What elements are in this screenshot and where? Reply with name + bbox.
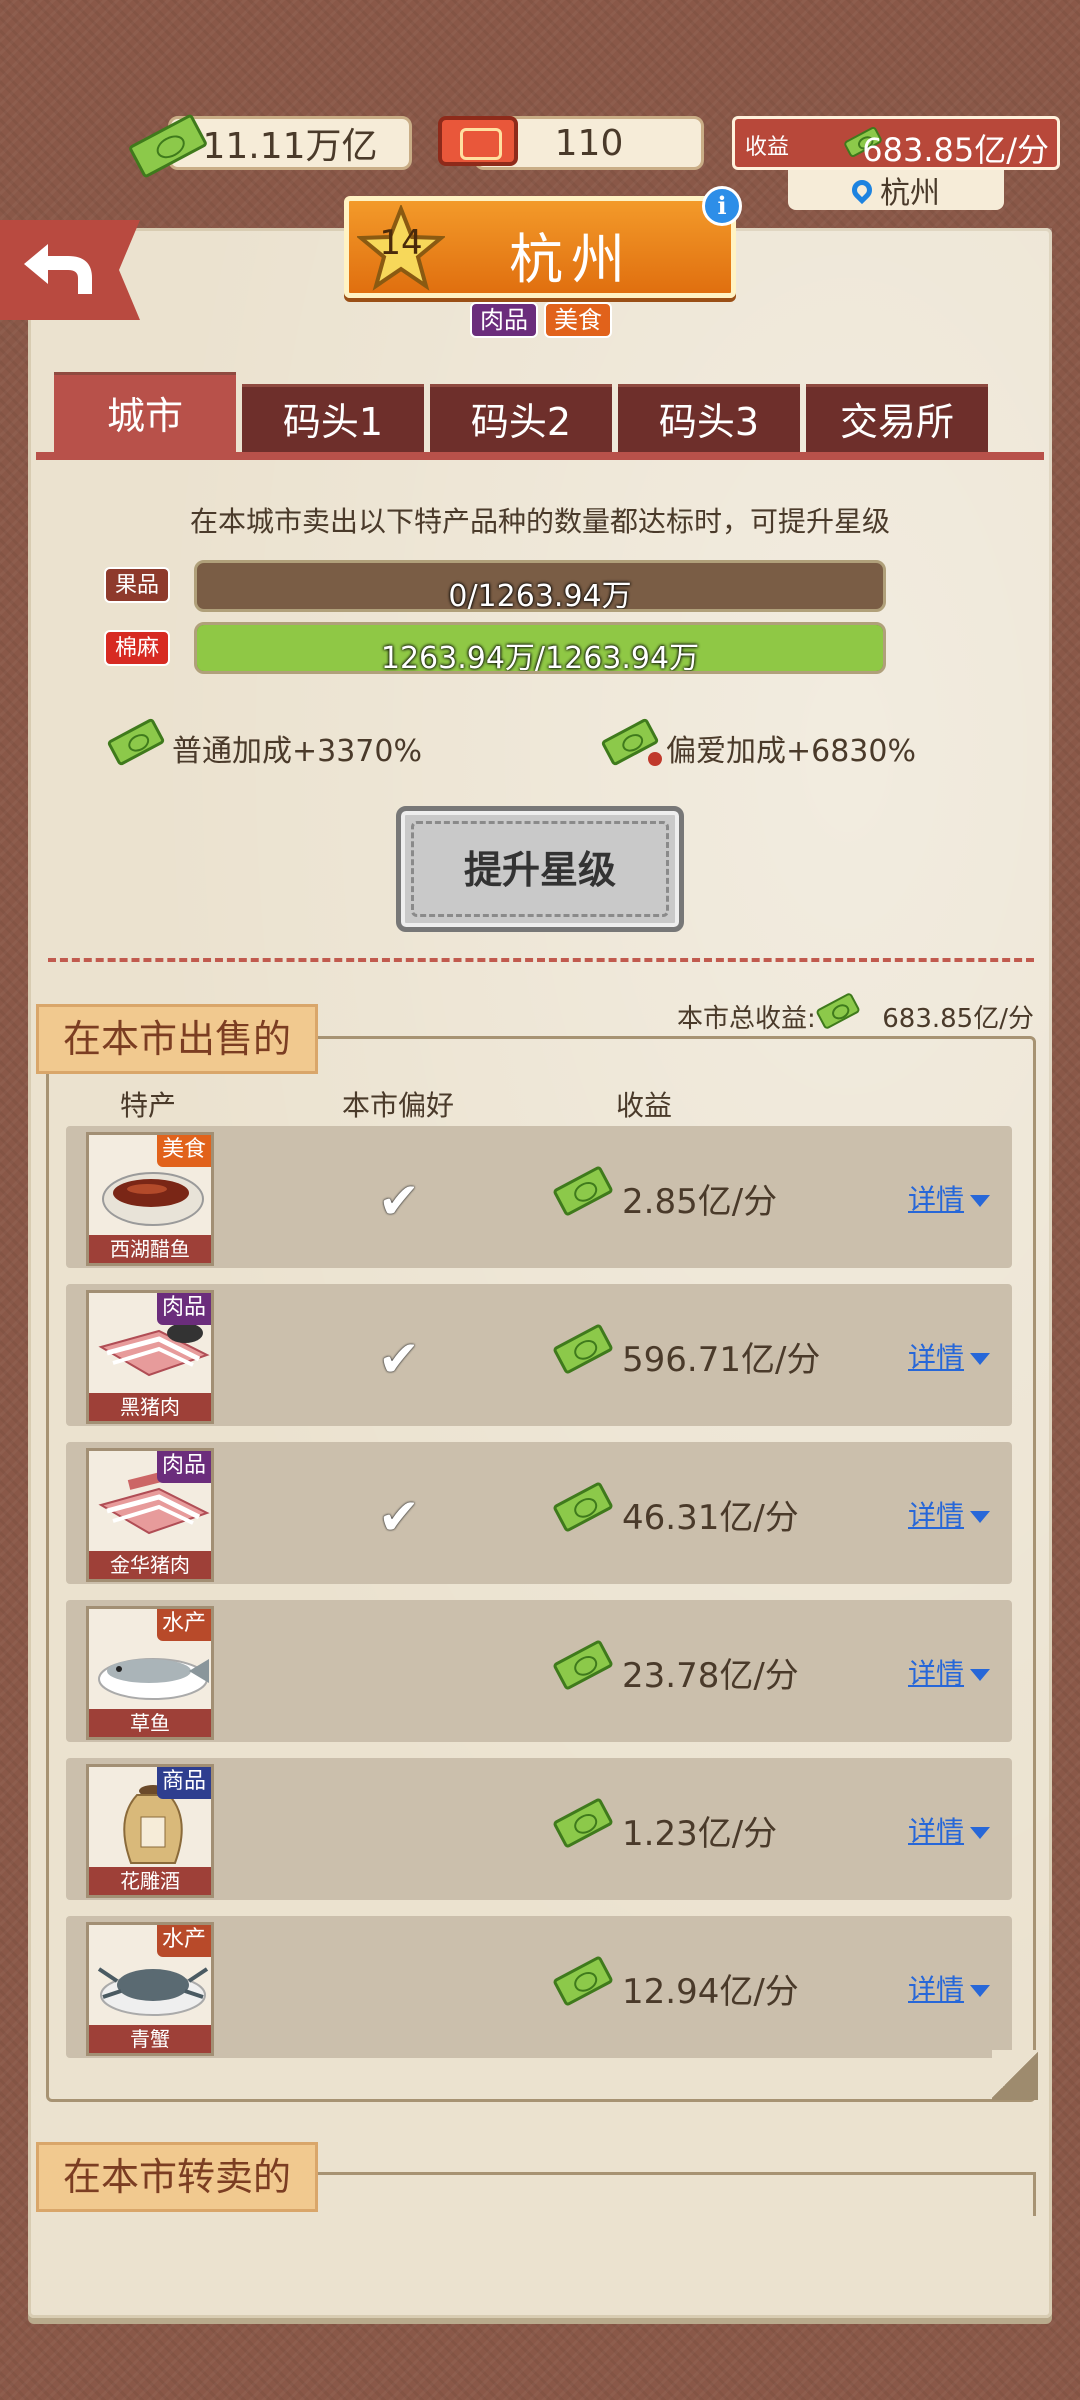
product-name: 花雕酒 [89, 1867, 211, 1895]
resell-section-header: 在本市转卖的 [36, 2142, 319, 2212]
resell-frame-right [1033, 2172, 1036, 2216]
favorite-cash-icon [598, 714, 666, 776]
tab-dock-1[interactable]: 码头1 [242, 384, 424, 454]
city-name: 杭州 [509, 228, 633, 291]
detail-link[interactable]: 详情 [908, 1336, 990, 1376]
detail-link[interactable]: 详情 [908, 1652, 990, 1692]
cash-icon [550, 1634, 620, 1698]
tab-dock-3[interactable]: 码头3 [618, 384, 800, 454]
progress-text: 0/1263.94万 [448, 579, 632, 612]
ticket-value: 110 [554, 122, 624, 164]
detail-link[interactable]: 详情 [908, 1968, 990, 2008]
tab-dock-2[interactable]: 码头2 [430, 384, 612, 454]
section-divider [48, 958, 1034, 962]
ticket-icon [438, 116, 518, 166]
product-income: 12.94亿/分 [622, 1972, 799, 2012]
cash-icon [550, 1318, 620, 1382]
sell-section-header: 在本市出售的 [36, 1004, 319, 1074]
product-thumbnail: 水产 草鱼 [86, 1606, 214, 1740]
category-badge: 水产 [156, 1925, 211, 1957]
city-tag: 肉品 [470, 302, 538, 338]
city-tag: 美食 [544, 302, 612, 338]
category-badge: 肉品 [156, 1293, 211, 1325]
upgrade-star-button[interactable]: 提升星级 [396, 806, 684, 932]
product-income: 1.23亿/分 [622, 1814, 778, 1854]
category-badge: 商品 [156, 1767, 211, 1799]
cash-value: 11.11万亿 [202, 126, 378, 167]
product-name: 草鱼 [89, 1709, 211, 1737]
product-thumbnail: 肉品 黑猪肉 [86, 1290, 214, 1424]
cash-icon [550, 1950, 620, 2014]
product-thumbnail: 水产 青蟹 [86, 1922, 214, 2056]
category-badge: 水产 [156, 1609, 211, 1641]
info-icon[interactable]: i [702, 186, 742, 226]
product-row[interactable]: 水产 草鱼 23.78亿/分 详情 [66, 1600, 1012, 1742]
product-name: 黑猪肉 [89, 1393, 211, 1421]
upgrade-requirement-text: 在本城市卖出以下特产品种的数量都达标时，可提升星级 [189, 505, 890, 538]
requirement-progress-bar: 0/1263.94万 [194, 560, 886, 612]
detail-link[interactable]: 详情 [908, 1810, 990, 1850]
tab-exchange[interactable]: 交易所 [806, 384, 988, 454]
city-title-banner: 14 杭州 [344, 196, 736, 298]
income-value: 683.85亿/分 [862, 131, 1049, 169]
star-level-number: 14 [379, 223, 423, 263]
requirement-label: 果品 [104, 567, 170, 603]
product-row[interactable]: 商品 花雕酒 1.23亿/分 详情 [66, 1758, 1012, 1900]
normal-bonus: 普通加成+3370% [172, 734, 422, 769]
requirement-progress-bar: 1263.94万/1263.94万 [194, 622, 886, 674]
location-display: 杭州 [788, 170, 1004, 211]
product-thumbnail: 美食 西湖醋鱼 [86, 1132, 214, 1266]
product-thumbnail: 商品 花雕酒 [86, 1764, 214, 1898]
page-fold-corner [992, 2050, 1038, 2100]
product-name: 金华猪肉 [89, 1551, 211, 1579]
tab-city[interactable]: 城市 [54, 372, 236, 454]
product-row[interactable]: 水产 青蟹 12.94亿/分 详情 [66, 1916, 1012, 2058]
tab-underline [36, 452, 1044, 460]
favorite-bonus: 偏爱加成+6830% [666, 734, 916, 769]
category-badge: 美食 [156, 1135, 211, 1167]
product-income: 23.78亿/分 [622, 1656, 799, 1696]
preferred-check-icon: ✔ [378, 1488, 420, 1546]
column-header-preference: 本市偏好 [342, 1089, 455, 1122]
preferred-check-icon: ✔ [378, 1330, 420, 1388]
column-header-income: 收益 [616, 1089, 673, 1122]
detail-link[interactable]: 详情 [908, 1494, 990, 1534]
cash-icon [104, 714, 170, 774]
preferred-check-icon: ✔ [378, 1172, 420, 1230]
product-income: 596.71亿/分 [622, 1340, 821, 1380]
income-label: 收益 [745, 135, 790, 160]
cash-icon [124, 108, 214, 179]
product-name: 青蟹 [89, 2025, 211, 2053]
income-display: 收益 683.85亿/分 [732, 116, 1060, 170]
back-arrow-icon [24, 244, 92, 294]
category-badge: 肉品 [156, 1451, 211, 1483]
product-name: 西湖醋鱼 [89, 1235, 211, 1263]
progress-text: 1263.94万/1263.94万 [380, 641, 700, 674]
location-name: 杭州 [880, 176, 940, 211]
detail-link[interactable]: 详情 [908, 1178, 990, 1218]
requirement-label: 棉麻 [104, 630, 170, 666]
cash-icon [814, 990, 864, 1036]
cash-icon [550, 1476, 620, 1540]
product-thumbnail: 肉品 金华猪肉 [86, 1448, 214, 1582]
column-header-specialty: 特产 [120, 1089, 177, 1122]
cash-icon [550, 1160, 620, 1224]
product-income: 46.31亿/分 [622, 1498, 799, 1538]
product-income: 2.85亿/分 [622, 1182, 778, 1222]
product-row[interactable]: 肉品 金华猪肉 ✔ 46.31亿/分 详情 [66, 1442, 1012, 1584]
cash-icon [550, 1792, 620, 1856]
product-row[interactable]: 美食 西湖醋鱼 ✔ 2.85亿/分 详情 [66, 1126, 1012, 1268]
location-pin-icon [847, 175, 877, 205]
product-row[interactable]: 肉品 黑猪肉 ✔ 596.71亿/分 详情 [66, 1284, 1012, 1426]
